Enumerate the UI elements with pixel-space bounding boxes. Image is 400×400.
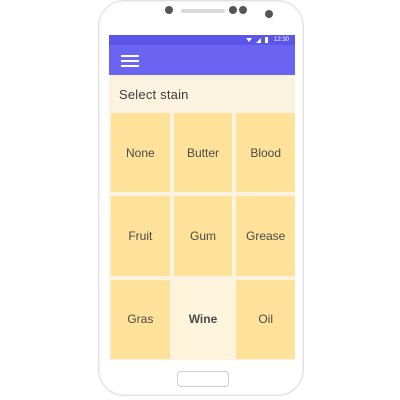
page-title: Select stain: [119, 87, 189, 102]
status-time: 12:30: [273, 37, 289, 43]
stain-option-none[interactable]: None: [111, 113, 170, 193]
menu-line: [121, 55, 139, 57]
status-bar: 12:30: [109, 35, 295, 45]
phone-bottom-bezel: [99, 359, 303, 395]
stage: 12:30 Select stain None Butter Blood Fru…: [0, 0, 400, 400]
stain-option-wine[interactable]: Wine: [173, 279, 233, 359]
sensor-icon: [229, 6, 237, 14]
app-screen: 12:30 Select stain None Butter Blood Fru…: [109, 35, 295, 360]
stain-option-grease[interactable]: Grease: [236, 196, 295, 276]
stain-option-oil[interactable]: Oil: [236, 279, 295, 359]
menu-line: [121, 65, 139, 67]
app-bar: [109, 45, 295, 75]
stain-option-blood[interactable]: Blood: [236, 113, 295, 193]
home-button[interactable]: [177, 371, 229, 387]
sensor-icon: [239, 6, 247, 14]
phone-frame: 12:30 Select stain None Butter Blood Fru…: [98, 0, 304, 396]
signal-icon: [255, 37, 261, 43]
hamburger-menu-icon[interactable]: [121, 55, 139, 67]
phone-top-bezel: [99, 1, 303, 31]
front-camera-icon: [165, 6, 173, 14]
earpiece-speaker: [181, 9, 225, 13]
stain-option-butter[interactable]: Butter: [173, 113, 233, 193]
menu-line: [121, 60, 139, 62]
proximity-sensor-icon: [265, 10, 273, 18]
stain-option-fruit[interactable]: Fruit: [111, 196, 170, 276]
stain-option-gras[interactable]: Gras: [111, 279, 170, 359]
stain-grid: None Butter Blood Fruit Gum Grease Gras …: [111, 113, 295, 359]
wifi-icon: [245, 38, 252, 42]
battery-icon: [264, 37, 268, 43]
stain-option-gum[interactable]: Gum: [173, 196, 233, 276]
status-icons: 12:30: [245, 35, 289, 45]
